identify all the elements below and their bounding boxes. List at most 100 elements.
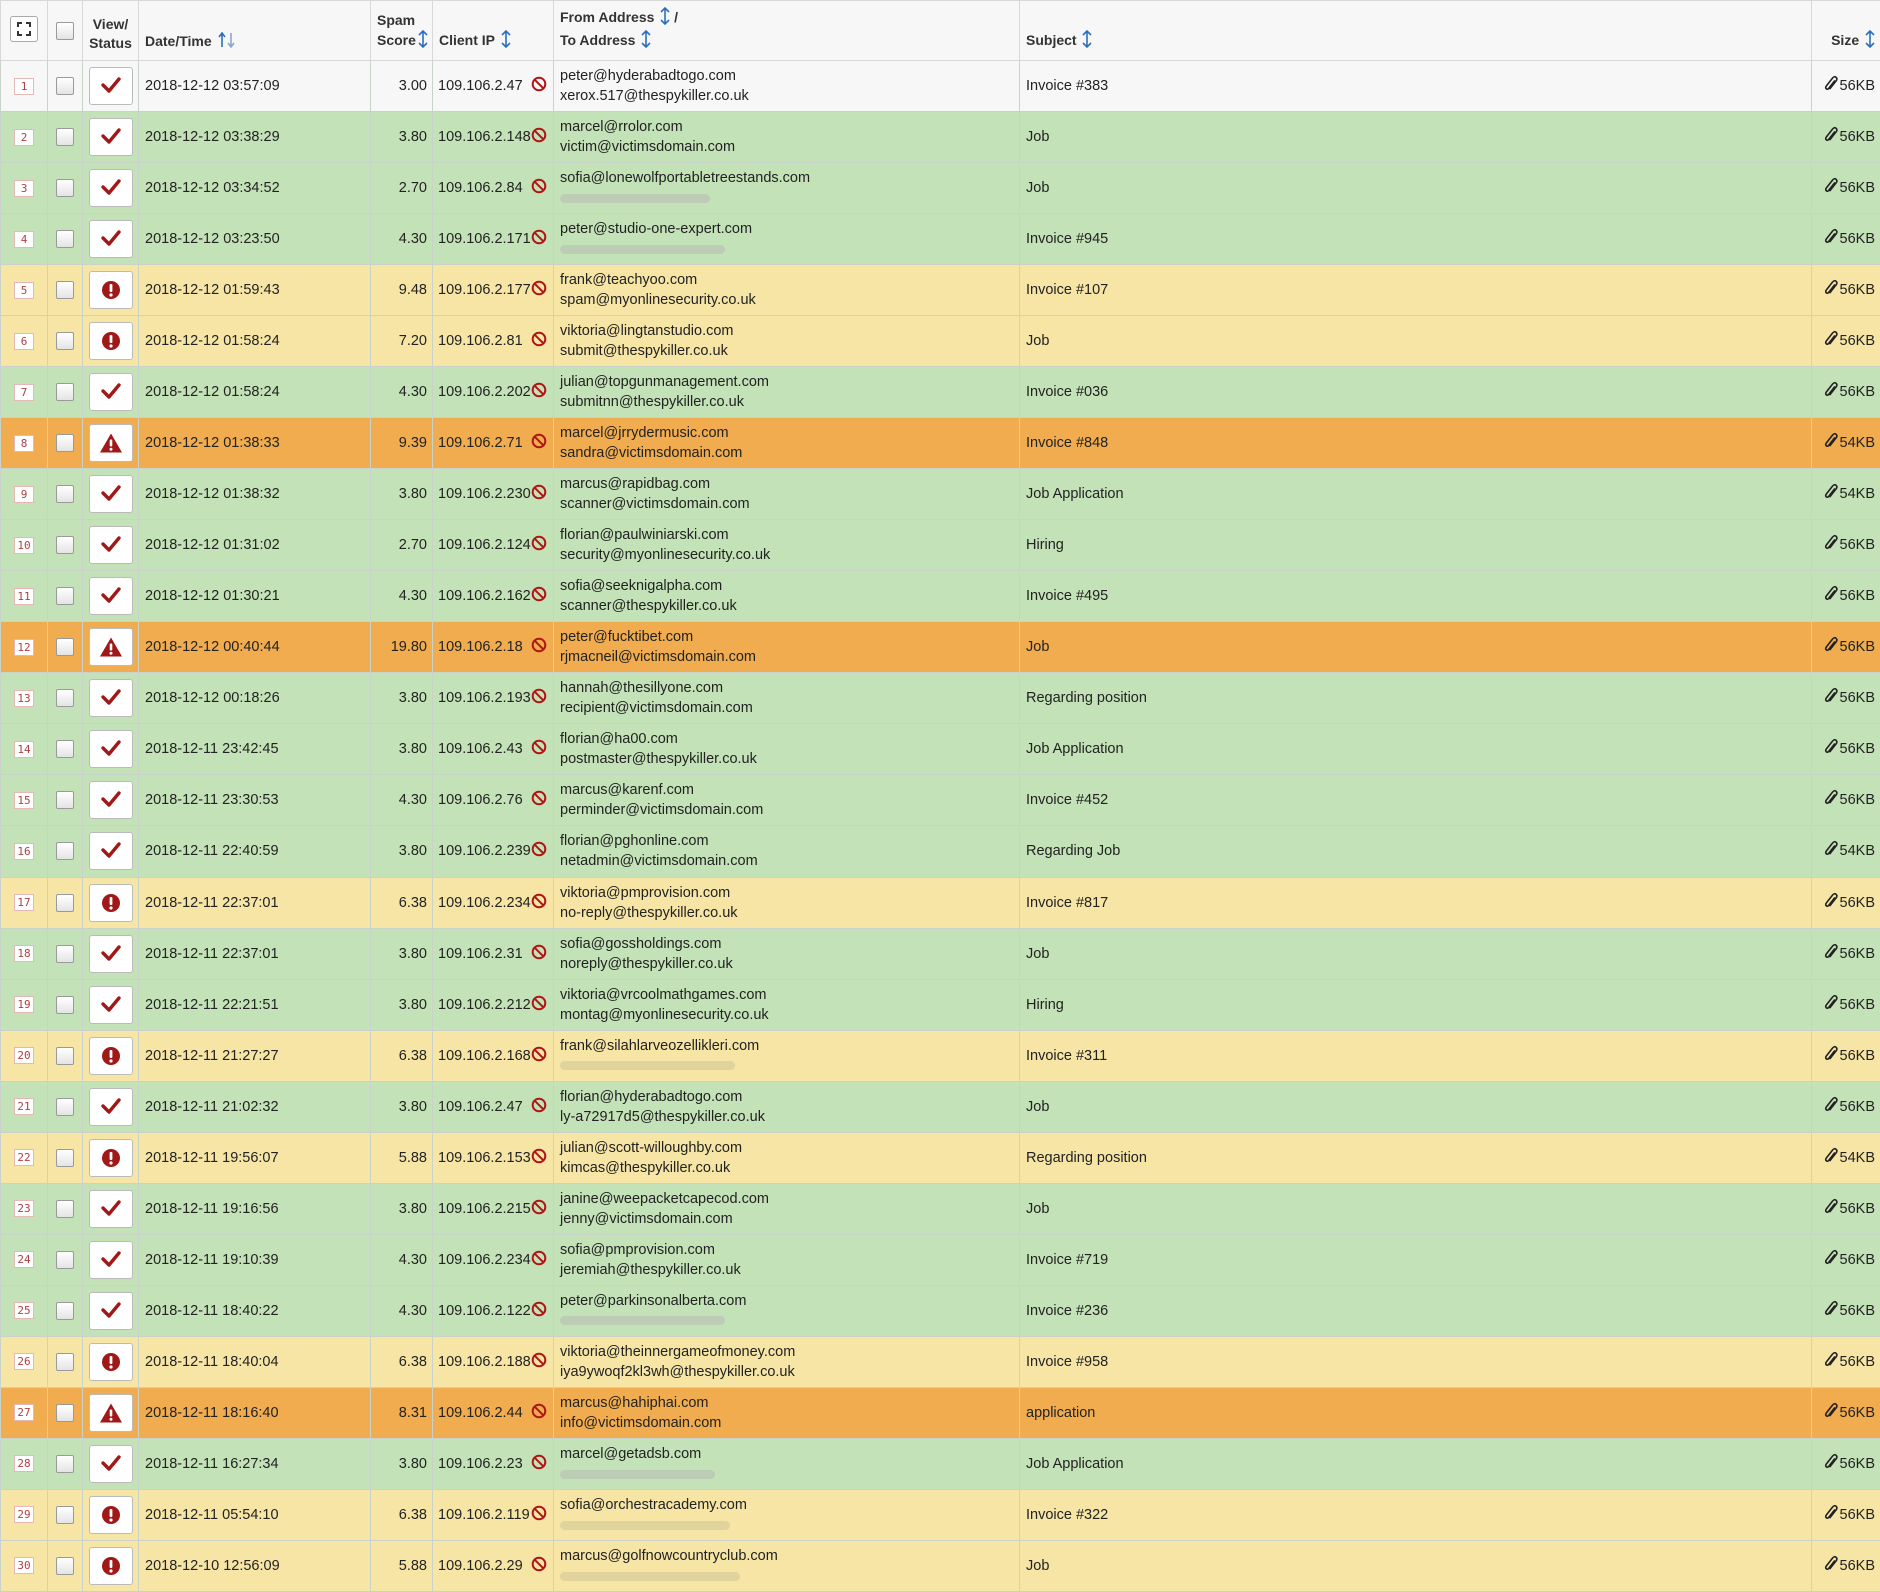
- row-checkbox[interactable]: [56, 1148, 74, 1167]
- to-address[interactable]: montag@myonlinesecurity.co.uk: [560, 1005, 1019, 1025]
- block-ip-icon[interactable]: [531, 790, 547, 810]
- to-address[interactable]: security@myonlinesecurity.co.uk: [560, 545, 1019, 565]
- from-address[interactable]: frank@teachyoo.com: [560, 270, 1019, 290]
- subject-cell[interactable]: Job: [1019, 1539, 1812, 1592]
- from-address[interactable]: florian@pghonline.com: [560, 831, 1019, 851]
- row-checkbox[interactable]: [56, 128, 74, 147]
- table-row[interactable]: 23 2018-12-11 19:16:56 3.80 109.106.2.21…: [0, 1182, 1880, 1235]
- to-address[interactable]: [560, 239, 1019, 259]
- row-checkbox[interactable]: [56, 689, 74, 708]
- to-address[interactable]: victim@victimsdomain.com: [560, 137, 1019, 157]
- to-address[interactable]: jenny@victimsdomain.com: [560, 1209, 1019, 1229]
- from-address[interactable]: marcus@hahiphai.com: [560, 1393, 1019, 1413]
- view-status-button[interactable]: [88, 118, 133, 157]
- view-status-button[interactable]: [88, 424, 133, 463]
- to-address[interactable]: iya9ywoqf2kl3wh@thespykiller.co.uk: [560, 1362, 1019, 1382]
- row-checkbox[interactable]: [56, 995, 74, 1014]
- subject-cell[interactable]: Job: [1019, 927, 1812, 980]
- sort-icon[interactable]: [501, 29, 511, 53]
- from-address[interactable]: viktoria@lingtanstudio.com: [560, 321, 1019, 341]
- subject-cell[interactable]: Job: [1019, 1080, 1812, 1133]
- block-ip-icon[interactable]: [531, 586, 547, 606]
- to-address[interactable]: perminder@victimsdomain.com: [560, 800, 1019, 820]
- view-status-button[interactable]: [88, 322, 133, 361]
- size-header[interactable]: Size: [1811, 0, 1880, 61]
- view-status-button[interactable]: [88, 271, 133, 310]
- table-row[interactable]: 13 2018-12-12 00:18:26 3.80 109.106.2.19…: [0, 672, 1880, 725]
- subject-cell[interactable]: Regarding position: [1019, 1131, 1812, 1184]
- row-checkbox[interactable]: [56, 434, 74, 453]
- view-status-button[interactable]: [88, 1087, 133, 1126]
- block-ip-icon[interactable]: [531, 127, 547, 147]
- block-ip-icon[interactable]: [531, 1301, 547, 1321]
- block-ip-icon[interactable]: [531, 229, 547, 249]
- table-row[interactable]: 24 2018-12-11 19:10:39 4.30 109.106.2.23…: [0, 1233, 1880, 1286]
- table-row[interactable]: 6 2018-12-12 01:58:24 7.20 109.106.2.81 …: [0, 315, 1880, 368]
- subject-cell[interactable]: Invoice #495: [1019, 570, 1812, 623]
- from-address[interactable]: sofia@seeknigalpha.com: [560, 576, 1019, 596]
- to-address[interactable]: kimcas@thespykiller.co.uk: [560, 1158, 1019, 1178]
- to-address[interactable]: submitnn@thespykiller.co.uk: [560, 392, 1019, 412]
- table-row[interactable]: 4 2018-12-12 03:23:50 4.30 109.106.2.171…: [0, 213, 1880, 266]
- row-checkbox[interactable]: [56, 1097, 74, 1116]
- table-row[interactable]: 14 2018-12-11 23:42:45 3.80 109.106.2.43…: [0, 723, 1880, 776]
- row-checkbox[interactable]: [56, 332, 74, 351]
- table-row[interactable]: 30 2018-12-10 12:56:09 5.88 109.106.2.29…: [0, 1539, 1880, 1592]
- row-checkbox[interactable]: [56, 77, 74, 96]
- view-status-button[interactable]: [88, 577, 133, 616]
- from-address[interactable]: marcus@rapidbag.com: [560, 474, 1019, 494]
- select-all-checkbox[interactable]: [56, 22, 74, 41]
- view-status-button[interactable]: [88, 1189, 133, 1228]
- block-ip-icon[interactable]: [531, 1148, 547, 1168]
- from-address[interactable]: viktoria@theinnergameofmoney.com: [560, 1342, 1019, 1362]
- row-checkbox[interactable]: [56, 1046, 74, 1065]
- to-address[interactable]: recipient@victimsdomain.com: [560, 698, 1019, 718]
- subject-cell[interactable]: Job Application: [1019, 468, 1812, 521]
- block-ip-icon[interactable]: [531, 1199, 547, 1219]
- table-row[interactable]: 2 2018-12-12 03:38:29 3.80 109.106.2.148…: [0, 111, 1880, 164]
- view-status-button[interactable]: [88, 1240, 133, 1279]
- view-status-button[interactable]: [88, 169, 133, 208]
- view-status-button[interactable]: [88, 832, 133, 871]
- from-address[interactable]: peter@fucktibet.com: [560, 627, 1019, 647]
- block-ip-icon[interactable]: [531, 1250, 547, 1270]
- to-address[interactable]: postmaster@thespykiller.co.uk: [560, 749, 1019, 769]
- view-status-button[interactable]: [88, 883, 133, 922]
- row-checkbox[interactable]: [56, 383, 74, 402]
- subject-cell[interactable]: Hiring: [1019, 519, 1812, 572]
- row-checkbox[interactable]: [56, 587, 74, 606]
- subject-cell[interactable]: Invoice #107: [1019, 264, 1812, 317]
- row-checkbox[interactable]: [56, 1505, 74, 1524]
- block-ip-icon[interactable]: [531, 688, 547, 708]
- from-address[interactable]: janine@weepacketcapecod.com: [560, 1189, 1019, 1209]
- view-status-button[interactable]: [88, 1393, 133, 1432]
- view-status-button[interactable]: [88, 1546, 133, 1585]
- row-checkbox[interactable]: [56, 791, 74, 810]
- table-row[interactable]: 29 2018-12-11 05:54:10 6.38 109.106.2.11…: [0, 1488, 1880, 1541]
- view-status-button[interactable]: [88, 1342, 133, 1381]
- row-checkbox[interactable]: [56, 485, 74, 504]
- row-checkbox[interactable]: [56, 944, 74, 963]
- table-row[interactable]: 7 2018-12-12 01:58:24 4.30 109.106.2.202…: [0, 366, 1880, 419]
- block-ip-icon[interactable]: [531, 433, 547, 453]
- to-address[interactable]: ly-a72917d5@thespykiller.co.uk: [560, 1107, 1019, 1127]
- from-address[interactable]: florian@ha00.com: [560, 729, 1019, 749]
- view-status-button[interactable]: [88, 475, 133, 514]
- subject-cell[interactable]: Invoice #719: [1019, 1233, 1812, 1286]
- row-checkbox[interactable]: [56, 842, 74, 861]
- spam-score-header[interactable]: Spam Score: [370, 0, 433, 61]
- table-row[interactable]: 16 2018-12-11 22:40:59 3.80 109.106.2.23…: [0, 825, 1880, 878]
- from-address[interactable]: marcel@jrrydermusic.com: [560, 423, 1019, 443]
- view-status-button[interactable]: [88, 373, 133, 412]
- from-address[interactable]: florian@hyderabadtogo.com: [560, 1087, 1019, 1107]
- row-checkbox[interactable]: [56, 281, 74, 300]
- sort-icon[interactable]: [1082, 29, 1093, 53]
- table-row[interactable]: 26 2018-12-11 18:40:04 6.38 109.106.2.18…: [0, 1335, 1880, 1388]
- subject-cell[interactable]: Invoice #236: [1019, 1284, 1812, 1337]
- subject-cell[interactable]: Hiring: [1019, 978, 1812, 1031]
- view-status-button[interactable]: [88, 730, 133, 769]
- view-status-header[interactable]: View/ Status: [82, 0, 139, 61]
- subject-cell[interactable]: Invoice #383: [1019, 59, 1812, 113]
- from-address[interactable]: sofia@pmprovision.com: [560, 1240, 1019, 1260]
- block-ip-icon[interactable]: [531, 637, 547, 657]
